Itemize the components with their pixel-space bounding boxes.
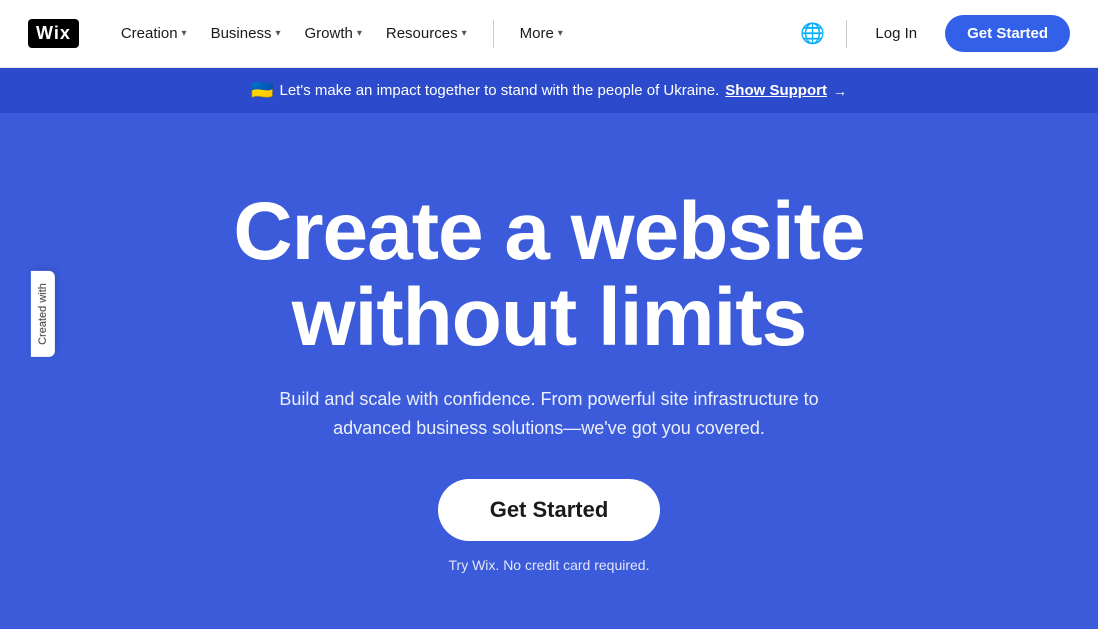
nav-divider xyxy=(493,20,494,48)
hero-note: Try Wix. No credit card required. xyxy=(449,557,650,573)
arrow-icon: → xyxy=(833,83,847,99)
login-button[interactable]: Log In xyxy=(863,17,929,50)
ukraine-flag-icon: 🇺🇦 xyxy=(251,80,273,101)
chevron-down-icon: ▾ xyxy=(275,28,280,39)
chevron-down-icon: ▾ xyxy=(558,28,563,39)
get-started-button-nav[interactable]: Get Started xyxy=(945,15,1070,52)
ukraine-banner: 🇺🇦 Let's make an impact together to stan… xyxy=(0,68,1098,113)
logo[interactable]: Wix xyxy=(28,19,79,48)
hero-title-line2: without limits xyxy=(292,272,806,363)
navbar: Wix Creation ▾ Business ▾ Growth ▾ Resou… xyxy=(0,0,1098,68)
nav-label-resources: Resources xyxy=(386,25,458,42)
chevron-down-icon: ▾ xyxy=(182,28,187,39)
hero-subtitle: Build and scale with confidence. From po… xyxy=(249,385,849,443)
nav-links: Creation ▾ Business ▾ Growth ▾ Resources… xyxy=(111,17,795,50)
nav-label-business: Business xyxy=(211,25,272,42)
hero-get-started-button[interactable]: Get Started xyxy=(438,479,661,541)
logo-text[interactable]: Wix xyxy=(28,19,79,48)
globe-icon: 🌐 xyxy=(800,21,825,46)
nav-item-business[interactable]: Business ▾ xyxy=(201,17,291,50)
nav-label-creation: Creation xyxy=(121,25,178,42)
hero-section: Create a website without limits Build an… xyxy=(0,113,1098,629)
banner-support-link[interactable]: Show Support xyxy=(725,82,827,99)
hero-title: Create a website without limits xyxy=(233,189,864,361)
nav-item-growth[interactable]: Growth ▾ xyxy=(294,17,371,50)
language-selector-button[interactable]: 🌐 xyxy=(794,16,830,52)
nav-item-more[interactable]: More ▾ xyxy=(510,17,573,50)
chevron-down-icon: ▾ xyxy=(462,28,467,39)
chevron-down-icon: ▾ xyxy=(357,28,362,39)
nav-right-divider xyxy=(846,20,847,48)
nav-label-growth: Growth xyxy=(304,25,352,42)
nav-item-creation[interactable]: Creation ▾ xyxy=(111,17,197,50)
nav-right: 🌐 Log In Get Started xyxy=(794,15,1070,52)
hero-title-line1: Create a website xyxy=(233,186,864,277)
nav-label-more: More xyxy=(520,25,554,42)
nav-item-resources[interactable]: Resources ▾ xyxy=(376,17,477,50)
banner-text: Let's make an impact together to stand w… xyxy=(279,82,719,99)
created-with-tab: Created with xyxy=(31,271,55,357)
